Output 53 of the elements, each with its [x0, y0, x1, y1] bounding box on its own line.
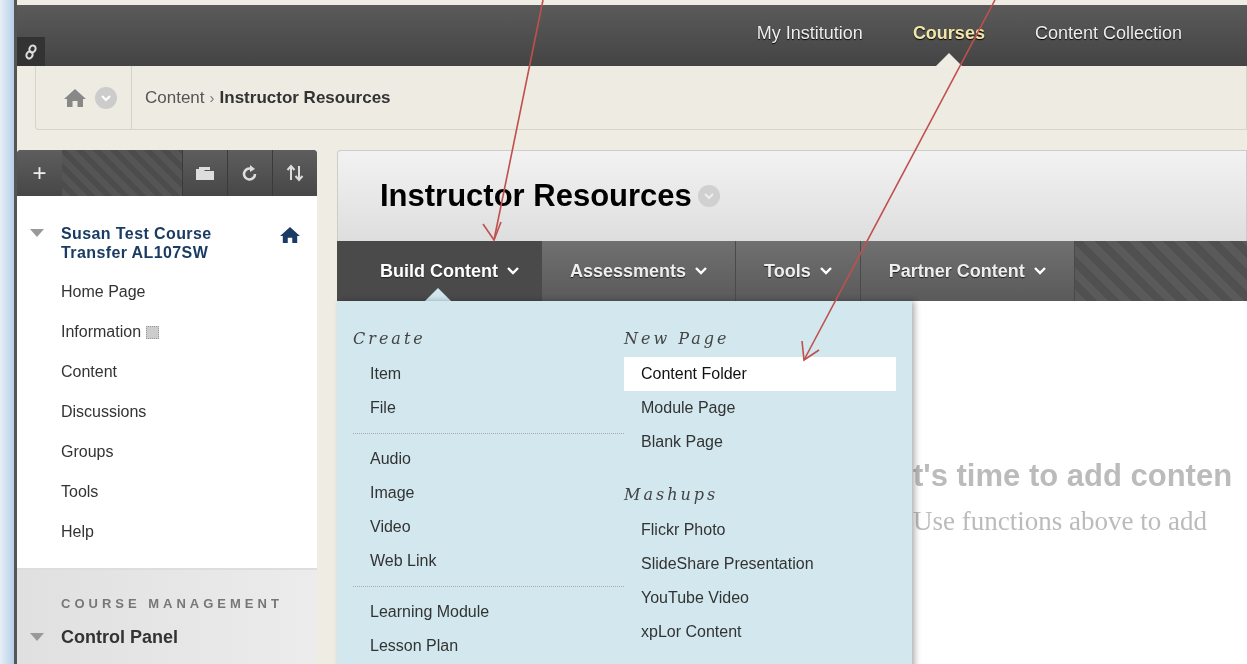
chevron-circle-icon[interactable] [95, 86, 117, 109]
sidebar-link[interactable]: Tools [61, 483, 99, 501]
menu-item[interactable]: Item [353, 357, 624, 391]
menu-item[interactable]: SlideShare Presentation [624, 547, 896, 581]
nav-link[interactable]: Content Collection [1009, 5, 1207, 66]
expand-triangle-icon[interactable] [30, 229, 44, 238]
menu-item[interactable]: Web Link [353, 544, 624, 578]
sidebar-link[interactable]: Discussions [61, 403, 147, 421]
control-panel-link[interactable]: Control Panel [61, 627, 178, 648]
course-title[interactable]: Susan Test Course Transfer AL107SW [61, 224, 231, 262]
menu-item[interactable]: Flickr Photo [624, 513, 896, 547]
refresh-icon[interactable] [227, 150, 272, 196]
grid-icon [146, 325, 160, 339]
expand-triangle-icon[interactable] [30, 633, 44, 642]
link-icon[interactable] [17, 37, 45, 66]
folder-icon[interactable] [182, 150, 227, 196]
menu-item[interactable]: Video [353, 510, 624, 544]
sidebar-link[interactable]: Home Page [61, 283, 146, 301]
menu-tab[interactable]: Build Content [337, 241, 542, 301]
menu-item[interactable]: Image [353, 476, 624, 510]
menu-section-heading: Create [353, 329, 427, 348]
breadcrumb-item[interactable]: Content [145, 87, 205, 108]
chevron-down-icon [507, 267, 519, 275]
sidebar-link[interactable]: Information [61, 323, 142, 341]
empty-state-text: Use functions above to add [913, 506, 1208, 537]
menu-tab[interactable]: Assessments [542, 241, 737, 301]
menu-section-heading: Mashups [624, 485, 720, 504]
chevron-down-icon [1033, 267, 1046, 275]
menu-tab[interactable]: Partner Content [860, 241, 1075, 301]
sidebar-link[interactable]: Content [61, 363, 118, 381]
menu-item[interactable]: Blank Page [624, 425, 896, 459]
sidebar-link[interactable]: Groups [61, 443, 114, 461]
menu-item[interactable]: File [353, 391, 624, 425]
menu-item[interactable]: Lesson Plan [353, 629, 624, 663]
menu-item[interactable]: Module Page [624, 391, 896, 425]
menu-item[interactable]: Content Folder [624, 357, 896, 391]
home-icon [279, 226, 301, 244]
menu-item[interactable]: YouTube Video [624, 581, 896, 615]
breadcrumb-item: Instructor Resources [219, 87, 391, 108]
chevron-down-icon [819, 267, 832, 275]
section-heading: COURSE MANAGEMENT [60, 596, 284, 611]
home-icon[interactable] [63, 87, 87, 108]
sidebar-link[interactable]: Help [61, 523, 94, 541]
menu-item[interactable]: Audio [353, 442, 624, 476]
menu-tab[interactable]: Tools [736, 241, 861, 301]
menu-item[interactable]: xpLor Content [624, 615, 896, 649]
menu-section-heading: New Page [624, 329, 731, 348]
breadcrumb-separator: › [209, 89, 215, 106]
sort-icon[interactable] [272, 150, 317, 196]
empty-state-heading: t's time to add conten [913, 458, 1234, 494]
chevron-down-icon [695, 267, 708, 275]
menu-item[interactable]: Learning Module [353, 595, 624, 629]
nav-link[interactable]: My Institution [731, 5, 888, 66]
